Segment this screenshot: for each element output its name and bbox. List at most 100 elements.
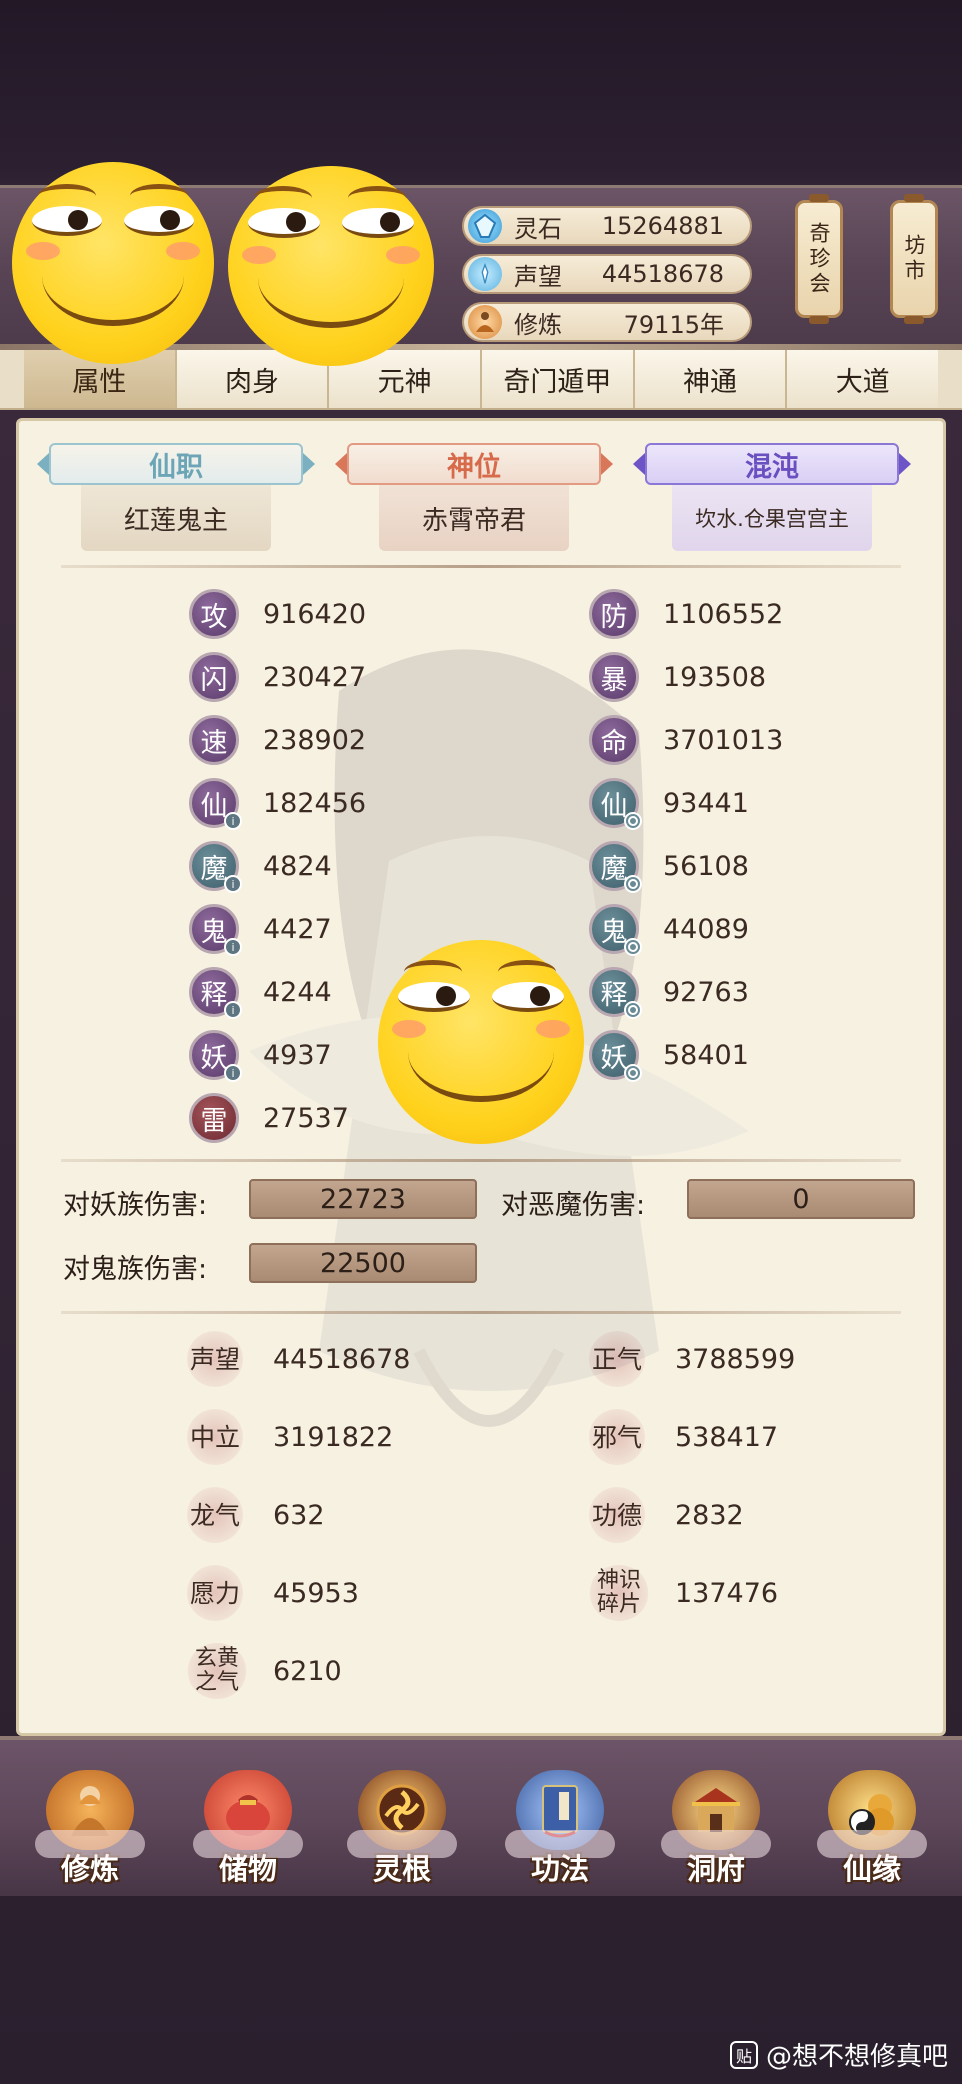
stat-badge: 鬼	[589, 904, 642, 956]
rep-value: 2832	[675, 1499, 744, 1531]
prestige-icon	[468, 257, 502, 291]
damage-label: 对鬼族伤害:	[63, 1254, 208, 1285]
title-divine-rank: 神位 赤霄帝君	[335, 443, 613, 555]
stat-thunder: 雷 27537	[189, 1091, 349, 1145]
forum-watermark: 贴 @想不想修真吧	[730, 2036, 948, 2073]
stat-value: 4824	[263, 850, 332, 882]
stat-ghost-attack[interactable]: 鬼i 4427	[189, 902, 332, 956]
stat-value: 58401	[663, 1039, 749, 1071]
section-divider	[61, 1311, 901, 1314]
title-value: 红莲鬼主	[81, 485, 271, 551]
ring-icon	[624, 1001, 642, 1019]
nav-immortal-fate[interactable]: 仙缘	[812, 1770, 932, 1892]
stat-badge: 仙i	[189, 778, 242, 830]
tab-divine-power[interactable]: 神通	[634, 350, 788, 408]
stat-badge: 释	[589, 967, 642, 1019]
title-chaos: 混沌 坎水.仓果宫宫主	[633, 443, 911, 555]
nav-cultivate[interactable]: 修炼	[30, 1770, 150, 1892]
nav-technique[interactable]: 功法	[500, 1770, 620, 1892]
info-icon: i	[224, 875, 242, 893]
stat-monster-attack[interactable]: 妖i 4937	[189, 1028, 332, 1082]
damage-value-bar: 22723	[249, 1179, 477, 1219]
resource-cultivation: 修炼 79115年	[462, 302, 752, 342]
nav-spirit-root[interactable]: 灵根	[342, 1770, 462, 1892]
resource-label: 声望	[514, 262, 562, 291]
stat-buddha-attack[interactable]: 释i 4244	[189, 965, 332, 1019]
stat-badge: 攻	[189, 589, 239, 639]
info-icon: i	[224, 1001, 242, 1019]
stat-demon-defense[interactable]: 魔 56108	[589, 839, 749, 893]
rep-value: 3788599	[675, 1343, 796, 1375]
rep-label: 龙气	[187, 1487, 243, 1543]
smirk-emoji-sticker	[378, 940, 584, 1144]
title-header: 仙职	[49, 443, 303, 485]
resource-label: 灵石	[514, 214, 562, 243]
resource-value: 44518678	[601, 260, 724, 288]
stat-badge: 防	[589, 589, 639, 639]
stat-badge: 妖	[589, 1030, 642, 1082]
rep-neutral: 中立 3191822	[187, 1407, 393, 1467]
rep-label: 中立	[187, 1409, 243, 1465]
stat-demon-attack[interactable]: 魔i 4824	[189, 839, 332, 893]
stat-immortal-defense[interactable]: 仙 93441	[589, 776, 749, 830]
section-divider	[61, 565, 901, 568]
ring-icon	[624, 812, 642, 830]
nav-cave-mansion[interactable]: 洞府	[656, 1770, 776, 1892]
treasure-market-button[interactable]: 奇珍会	[795, 194, 843, 324]
stat-value: 916420	[263, 598, 367, 630]
stat-health: 命 3701013	[589, 713, 783, 767]
stat-value: 182456	[263, 787, 367, 819]
rep-label: 正气	[589, 1331, 645, 1387]
rep-xuanhuang-qi: 玄黄之气 6210	[187, 1641, 342, 1701]
resource-prestige: 声望 44518678	[462, 254, 752, 294]
stat-value: 56108	[663, 850, 749, 882]
stat-badge: 仙	[589, 778, 642, 830]
tab-great-dao[interactable]: 大道	[787, 350, 939, 408]
stat-value: 193508	[663, 661, 767, 693]
title-header: 神位	[347, 443, 601, 485]
rep-merit: 功德 2832	[589, 1485, 744, 1545]
resource-value: 79115年	[623, 310, 724, 339]
stat-badge: 速	[189, 715, 239, 765]
nav-storage[interactable]: 储物	[188, 1770, 308, 1892]
stat-value: 4427	[263, 913, 332, 945]
stat-monster-defense[interactable]: 妖 58401	[589, 1028, 749, 1082]
rep-label: 愿力	[187, 1565, 243, 1621]
damage-label: 对妖族伤害:	[63, 1190, 208, 1221]
stat-badge: 魔i	[189, 841, 242, 893]
stat-value: 27537	[263, 1102, 349, 1134]
stat-dodge: 闪 230427	[189, 650, 366, 704]
tab-qimen-dunjia[interactable]: 奇门遁甲	[482, 350, 635, 408]
smirk-emoji-sticker	[228, 166, 434, 366]
stat-speed: 速 238902	[189, 713, 366, 767]
market-button[interactable]: 坊市	[890, 194, 938, 324]
stat-badge: 魔	[589, 841, 642, 893]
stat-immortal-attack[interactable]: 仙i 182456	[189, 776, 366, 830]
stat-value: 3701013	[663, 724, 784, 756]
stat-value: 4937	[263, 1039, 332, 1071]
rep-value: 6210	[273, 1655, 342, 1687]
bottom-nav: 修炼 储物 灵根 功法 洞府 仙缘	[0, 1736, 962, 1896]
ring-icon	[624, 875, 642, 893]
stat-buddha-defense[interactable]: 释 92763	[589, 965, 749, 1019]
rep-value: 45953	[273, 1577, 359, 1609]
stat-value: 230427	[263, 661, 367, 693]
resource-spirit-stone: 灵石 15264881	[462, 206, 752, 246]
spirit-stone-icon	[468, 209, 502, 243]
title-value: 坎水.仓果宫宫主	[672, 485, 872, 551]
title-immortal-post: 仙职 红莲鬼主	[37, 443, 315, 555]
rep-dragon-qi: 龙气 632	[187, 1485, 325, 1545]
stat-ghost-defense[interactable]: 鬼 44089	[589, 902, 749, 956]
rep-label: 神识碎片	[589, 1565, 649, 1621]
info-icon: i	[224, 938, 242, 956]
cultivation-icon	[468, 305, 502, 339]
title-header: 混沌	[645, 443, 899, 485]
stat-badge: 释i	[189, 967, 242, 1019]
stat-value: 1106552	[663, 598, 784, 630]
info-icon: i	[224, 812, 242, 830]
damage-value-bar: 22500	[249, 1243, 477, 1283]
info-icon: i	[224, 1064, 242, 1082]
ring-icon	[624, 1064, 642, 1082]
stat-attack: 攻 916420	[189, 587, 366, 641]
rep-label: 声望	[187, 1331, 243, 1387]
